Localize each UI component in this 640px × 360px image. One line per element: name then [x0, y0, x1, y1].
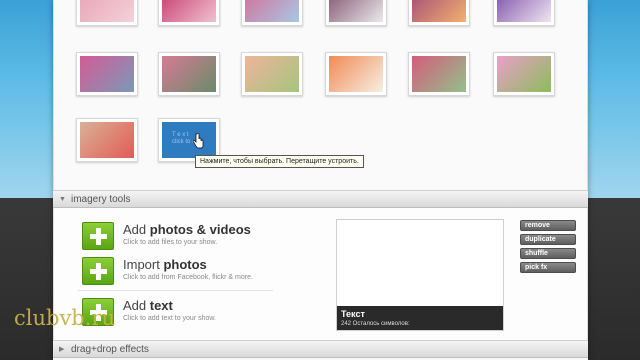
photo-thumbnail[interactable]: [325, 52, 387, 96]
watermark-logo: clubvb.ru: [14, 306, 115, 330]
photo-thumbnail[interactable]: [158, 52, 220, 96]
shuffle-button[interactable]: shuffle: [520, 248, 576, 259]
preview-caption-title: Текст: [341, 309, 365, 319]
divider: [78, 290, 273, 291]
photo-thumbnail[interactable]: [76, 118, 138, 162]
pick-fx-button[interactable]: pick fx: [520, 262, 576, 273]
photo-thumbnail[interactable]: [76, 52, 138, 96]
plus-icon: [82, 257, 114, 285]
imagery-tools-label: imagery tools: [71, 194, 131, 205]
photo-thumbnail[interactable]: [241, 52, 303, 96]
tool-subtitle: Click to add files to your show.: [123, 239, 218, 246]
photo-thumbnail[interactable]: [493, 52, 555, 96]
photo-thumbnail[interactable]: [241, 0, 303, 26]
preview-caption[interactable]: Текст 242 Осталось символов:: [337, 306, 503, 330]
photo-thumbnail[interactable]: [158, 0, 220, 26]
collapse-triangle-icon: ▼: [59, 196, 66, 203]
photo-thumbnail[interactable]: [493, 0, 555, 26]
photo-thumbnail[interactable]: [76, 0, 138, 26]
duplicate-button[interactable]: duplicate: [520, 234, 576, 245]
hand-cursor-icon: [192, 133, 204, 149]
photo-thumbnail[interactable]: [408, 0, 470, 26]
text-slide-line1: T e x t: [172, 132, 189, 138]
slide-preview[interactable]: Текст 242 Осталось символов:: [336, 219, 504, 331]
imagery-tools-section: Add photos & videos Click to add files t…: [53, 208, 588, 340]
import-photos-button[interactable]: Import photos Click to add from Facebook…: [82, 257, 282, 285]
photo-thumbnail[interactable]: [408, 52, 470, 96]
expand-triangle-icon: ▶: [59, 346, 65, 353]
photo-thumbnail[interactable]: [325, 0, 387, 26]
tool-title: Add text: [123, 298, 173, 313]
remove-button[interactable]: remove: [520, 220, 576, 231]
add-photos-videos-button[interactable]: Add photos & videos Click to add files t…: [82, 222, 282, 250]
preview-char-counter: 242 Осталось символов:: [341, 321, 410, 327]
drag-drop-effects-label: drag+drop effects: [71, 344, 149, 355]
tool-title: Add photos & videos: [123, 222, 251, 237]
tool-subtitle: Click to add text to your show.: [123, 315, 216, 322]
imagery-tools-bar[interactable]: ▼ imagery tools: [53, 190, 588, 208]
drag-drop-effects-bar[interactable]: ▶ drag+drop effects: [53, 340, 588, 358]
tooltip: Нажмите, чтобы выбрать. Перетащите устро…: [195, 155, 364, 168]
tool-title: Import photos: [123, 257, 207, 272]
plus-icon: [82, 222, 114, 250]
tool-subtitle: Click to add from Facebook, flickr & mor…: [123, 274, 253, 281]
